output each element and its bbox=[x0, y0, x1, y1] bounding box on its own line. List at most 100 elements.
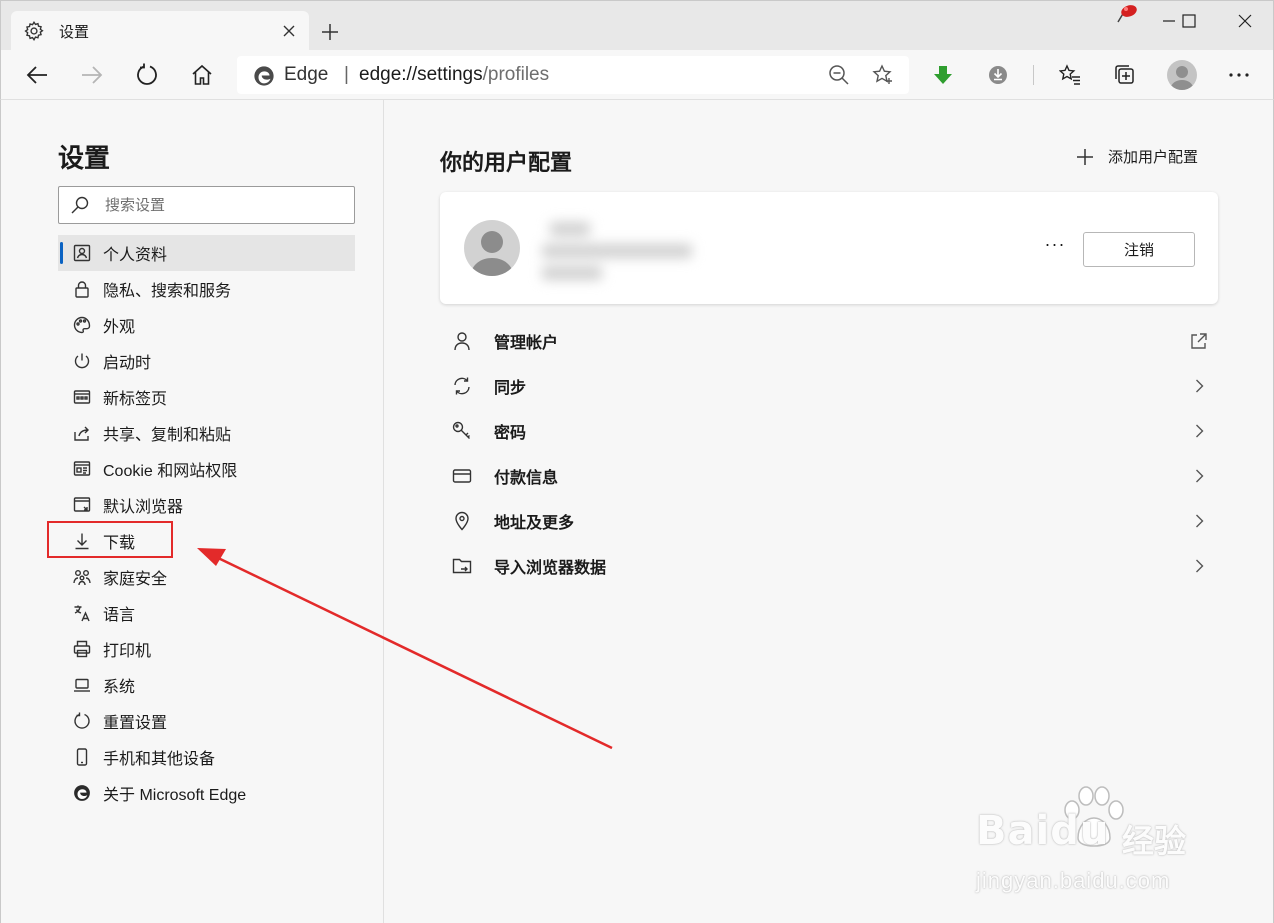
sidebar-item-family[interactable]: 家庭安全 bbox=[58, 559, 355, 595]
back-button[interactable] bbox=[21, 59, 53, 91]
forward-button[interactable] bbox=[76, 59, 108, 91]
sidebar-item-reset[interactable]: 重置设置 bbox=[58, 703, 355, 739]
more-icon bbox=[1229, 73, 1249, 77]
url-path: /profiles bbox=[482, 64, 550, 85]
baidu-watermark: Baidu 经验 jingyan.baidu.com bbox=[972, 780, 1212, 900]
settings-row-label: 付款信息 bbox=[494, 469, 559, 487]
blurred-account-info bbox=[524, 200, 744, 296]
search-settings-input[interactable] bbox=[105, 195, 345, 215]
url-separator: | bbox=[344, 64, 349, 85]
favorites-button[interactable] bbox=[1054, 59, 1086, 91]
settings-row-import-folder[interactable]: 导入浏览器数据 bbox=[440, 543, 1218, 588]
language-icon bbox=[73, 604, 91, 622]
maximize-button[interactable] bbox=[1169, 7, 1209, 35]
profile-more-button[interactable]: ··· bbox=[1040, 234, 1070, 258]
settings-row-card[interactable]: 付款信息 bbox=[440, 453, 1218, 498]
watermark-url: jingyan.baidu.com bbox=[976, 868, 1171, 893]
browser-icon bbox=[73, 496, 91, 514]
reset-icon bbox=[73, 712, 91, 730]
edge-logo-icon bbox=[254, 66, 274, 86]
site-identity-label: Edge bbox=[284, 64, 329, 85]
add-profile-button[interactable]: 添加用户配置 bbox=[1076, 146, 1198, 167]
settings-sidebar: 设置 个人资料隐私、搜索和服务外观启动时新标签页共享、复制和粘贴 Cookie 和… bbox=[0, 100, 384, 923]
back-arrow-icon bbox=[26, 66, 47, 84]
search-icon bbox=[71, 196, 89, 214]
toolbar-divider bbox=[1033, 65, 1034, 85]
address-bar[interactable]: Edge | edge://settings/profiles bbox=[237, 56, 909, 94]
person-icon bbox=[452, 331, 472, 351]
home-button[interactable] bbox=[186, 59, 218, 91]
sidebar-item-label: 默认浏览器 bbox=[103, 499, 184, 516]
zoom-button[interactable] bbox=[823, 59, 855, 91]
lock-icon bbox=[73, 280, 91, 298]
settings-row-sync[interactable]: 同步 bbox=[440, 363, 1218, 408]
refresh-button[interactable] bbox=[131, 59, 163, 91]
search-settings-box[interactable] bbox=[58, 186, 355, 224]
sidebar-item-label: 关于 Microsoft Edge bbox=[103, 787, 247, 804]
sidebar-item-lock[interactable]: 隐私、搜索和服务 bbox=[58, 271, 355, 307]
sidebar-item-site-permissions[interactable]: Cookie 和网站权限 bbox=[58, 451, 355, 487]
star-add-icon bbox=[872, 64, 892, 84]
sidebar-item-share[interactable]: 共享、复制和粘贴 bbox=[58, 415, 355, 451]
sidebar-item-label: 新标签页 bbox=[103, 391, 168, 408]
sidebar-item-new-tab[interactable]: 新标签页 bbox=[58, 379, 355, 415]
favorites-list-icon bbox=[1059, 64, 1080, 85]
settings-row-label: 地址及更多 bbox=[494, 514, 575, 532]
sidebar-item-label: 手机和其他设备 bbox=[103, 751, 216, 768]
sidebar-item-label: 隐私、搜索和服务 bbox=[103, 283, 232, 300]
watermark-brand: Baidu bbox=[976, 808, 1110, 854]
close-icon bbox=[283, 25, 295, 37]
sidebar-item-profile[interactable]: 个人资料 bbox=[58, 235, 355, 271]
zoom-out-icon bbox=[829, 65, 849, 85]
sidebar-item-edge-logo[interactable]: 关于 Microsoft Edge bbox=[58, 775, 355, 811]
sidebar-item-label: 外观 bbox=[103, 319, 136, 336]
sidebar-item-power[interactable]: 启动时 bbox=[58, 343, 355, 379]
sidebar-item-language[interactable]: 语言 bbox=[58, 595, 355, 631]
printer-icon bbox=[73, 640, 91, 658]
sidebar-item-palette[interactable]: 外观 bbox=[58, 307, 355, 343]
download-arrow-icon bbox=[934, 66, 952, 84]
chevron-right-icon bbox=[1190, 512, 1208, 530]
laptop-icon bbox=[73, 676, 91, 694]
download-ext-button[interactable] bbox=[927, 59, 959, 91]
downloads-button[interactable] bbox=[982, 59, 1014, 91]
import-folder-icon bbox=[452, 556, 472, 576]
settings-row-person[interactable]: 管理帐户 bbox=[440, 318, 1218, 363]
favorite-button[interactable] bbox=[867, 59, 899, 91]
profile-avatar-button[interactable] bbox=[1167, 60, 1197, 90]
close-window-button[interactable] bbox=[1225, 7, 1265, 35]
sidebar-title: 设置 bbox=[58, 143, 111, 173]
settings-row-label: 管理帐户 bbox=[494, 334, 559, 352]
edge-logo-icon bbox=[73, 784, 91, 802]
url-text[interactable]: edge://settings/profiles bbox=[359, 64, 549, 86]
settings-row-location-pin[interactable]: 地址及更多 bbox=[440, 498, 1218, 543]
new-tab-button[interactable] bbox=[317, 19, 343, 45]
download-circle-icon bbox=[989, 66, 1007, 84]
signout-button[interactable]: 注销 bbox=[1083, 232, 1195, 267]
maximize-icon bbox=[1182, 14, 1196, 28]
card-icon bbox=[452, 466, 472, 486]
sidebar-item-printer[interactable]: 打印机 bbox=[58, 631, 355, 667]
family-icon bbox=[73, 568, 91, 586]
sidebar-item-label: 共享、复制和粘贴 bbox=[103, 427, 232, 444]
close-icon bbox=[1238, 14, 1252, 28]
collections-button[interactable] bbox=[1109, 59, 1141, 91]
sidebar-item-phone[interactable]: 手机和其他设备 bbox=[58, 739, 355, 775]
annotation-highlight-box bbox=[47, 521, 173, 558]
settings-row-label: 密码 bbox=[494, 424, 527, 442]
profile-settings-list: 管理帐户同步密码付款信息地址及更多导入浏览器数据 bbox=[440, 318, 1218, 588]
tab-close-button[interactable] bbox=[277, 19, 301, 43]
home-icon bbox=[192, 64, 212, 85]
settings-row-key[interactable]: 密码 bbox=[440, 408, 1218, 453]
site-permissions-icon bbox=[73, 460, 91, 478]
plus-icon bbox=[322, 24, 338, 40]
forward-arrow-icon bbox=[82, 66, 103, 84]
power-icon bbox=[73, 352, 91, 370]
settings-and-more-button[interactable] bbox=[1223, 59, 1255, 91]
plus-icon bbox=[1077, 148, 1093, 165]
share-icon bbox=[73, 424, 91, 442]
sidebar-item-laptop[interactable]: 系统 bbox=[58, 667, 355, 703]
tab-settings[interactable]: 设置 bbox=[11, 11, 309, 51]
tab-title: 设置 bbox=[59, 23, 90, 41]
sidebar-item-browser[interactable]: 默认浏览器 bbox=[58, 487, 355, 523]
